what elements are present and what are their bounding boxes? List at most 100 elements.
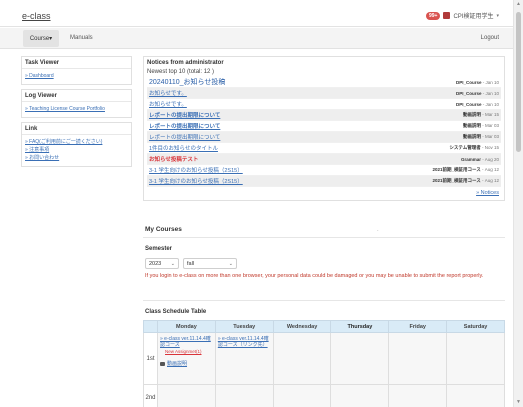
video-link-label: 動画説明 [167, 361, 188, 367]
course-link[interactable]: » e-class ver.11.14.4確認コース [158, 333, 215, 348]
notice-author: 2021前期_検証用コース [432, 167, 481, 172]
task-viewer-panel: Task Viewer » Dashboard [21, 56, 132, 85]
notification-badge[interactable]: 99+ [425, 11, 441, 20]
course-link[interactable]: » e-class ver.11.14.4確認コース（リンク先） [216, 333, 273, 348]
schedule-cell [330, 332, 390, 385]
semester-title: Semester [145, 246, 173, 252]
schedule-cell [388, 384, 448, 407]
notices-panel: Notices from administrator Newest top 10… [143, 56, 505, 201]
notice-row: 3-1 学生向けのお知らせ投稿（2S15） 2021前期_検証用コース - Au… [147, 176, 501, 187]
notice-author: 動画説明 [462, 112, 481, 117]
notice-title-link[interactable]: 3-1 学生向けのお知らせ投稿（2S15） [149, 177, 243, 185]
schedule-cell: » e-class ver.11.14.4確認コース（リンク先） [214, 332, 274, 385]
notice-title-link[interactable]: お知らせ投稿テスト [149, 155, 198, 163]
notices-subtitle: Newest top 10 (total: 12 ) [147, 69, 215, 75]
link-panel: Link » FAQ(ご利用前にご一読ください) » 注意事項 » お問い合わせ [21, 122, 132, 167]
top-bar: e-class 99+ CPI検証用学生 ▾ [0, 0, 523, 27]
sidebar: Task Viewer » Dashboard Log Viewer » Tea… [21, 56, 132, 171]
day-header: Tuesday [214, 320, 274, 333]
notice-title-link[interactable]: 1件目のお知らせのタイトル [149, 144, 218, 152]
schedule-cell [330, 384, 390, 407]
notice-author: 動画説明 [462, 134, 481, 139]
term-select[interactable]: fall ⌄ [183, 258, 237, 269]
notice-date: - Jan 10 [481, 90, 499, 96]
notice-row: 3-1 学生向けのお知らせ投稿（2S15） 2021前期_検証用コース - Au… [147, 165, 501, 176]
multi-browser-warning: If you login to e-class on more than one… [145, 273, 484, 279]
notices-title: Notices from administrator [147, 60, 224, 66]
notice-date: - Mar 03 [480, 123, 499, 128]
schedule-header-row: Monday Tuesday Wednesday Thursday Friday… [143, 320, 505, 333]
notice-author: DPI_Course [455, 101, 482, 107]
notice-date: - Aug 12 [480, 178, 499, 183]
divider [143, 300, 505, 301]
notice-author: DPI_Course [455, 90, 482, 96]
manuals-link[interactable]: Manuals [70, 35, 93, 41]
chevron-down-icon[interactable]: ▾ [496, 13, 499, 19]
notice-row: お知らせです。 DPI_Course - Jan 10 [147, 88, 501, 99]
notice-row: レポートの提出期限について 動画説明 - Mar 03 [147, 121, 501, 132]
page-scrollbar[interactable]: ▲ ▼ [513, 0, 523, 407]
notice-title-link[interactable]: お知らせです。 [149, 100, 187, 108]
notice-row: 1件目のお知らせのタイトル システム管理者 - Nov 15 [147, 143, 501, 154]
schedule-cell [272, 384, 332, 407]
sidebar-item-faq[interactable]: » FAQ(ご利用前にご一読ください) [25, 138, 128, 146]
schedule-cell [446, 384, 505, 407]
sidebar-item-portfolio[interactable]: » Teaching License Course Portfolio [25, 105, 128, 113]
sidebar-item-dashboard[interactable]: » Dashboard [25, 72, 128, 80]
notice-title-link[interactable]: 3-1 学生向けのお知らせ投稿（2S15） [149, 166, 243, 174]
scroll-thumb[interactable] [516, 12, 521, 152]
brand-link[interactable]: e-class [22, 11, 51, 21]
notice-date: - Jan 10 [481, 101, 499, 107]
user-avatar-icon [443, 12, 451, 19]
sidebar-item-contact[interactable]: » お問い合わせ [25, 154, 128, 162]
main-content: Notices from administrator Newest top 10… [143, 56, 505, 201]
notice-date: - Mar 03 [480, 134, 499, 139]
notice-date: - Aug 12 [480, 167, 499, 172]
day-header: Wednesday [272, 320, 332, 333]
chevron-down-icon: ⌄ [170, 260, 175, 267]
divider [143, 237, 505, 238]
period-label: 2nd [143, 384, 158, 407]
sidebar-item-notes[interactable]: » 注意事項 [25, 146, 128, 154]
notice-date: - Nov 15 [480, 145, 499, 150]
schedule-cell [272, 332, 332, 385]
notice-title-link[interactable]: レポートの提出期限について [149, 133, 220, 141]
notice-date: - Jan 10 [481, 79, 499, 85]
scroll-up-icon[interactable]: ▲ [514, 0, 523, 9]
nav-bar: Course▾ Manuals Logout [0, 28, 523, 49]
day-header: Thursday [330, 320, 390, 333]
my-courses-dot: . [377, 227, 379, 233]
all-notices-link[interactable]: » Notices [476, 190, 499, 196]
schedule-cell [388, 332, 448, 385]
notice-author: 動画説明 [462, 123, 481, 128]
notice-title-link[interactable]: 20240110_お知らせ投稿 [149, 77, 225, 87]
schedule-cell [214, 384, 274, 407]
class-schedule-table: Monday Tuesday Wednesday Thursday Friday… [143, 320, 505, 407]
notice-title-link[interactable]: お知らせです。 [149, 89, 187, 97]
year-select-value: 2023 [149, 260, 162, 267]
notice-author: 2021前期_検証用コース [432, 178, 481, 183]
task-viewer-title: Task Viewer [22, 57, 131, 69]
day-header: Monday [157, 320, 216, 333]
day-header: Saturday [446, 320, 505, 333]
course-menu-button[interactable]: Course▾ [23, 30, 59, 47]
chevron-down-icon: ⌄ [228, 260, 233, 267]
user-name[interactable]: CPI検証用学生 [453, 11, 493, 20]
logout-link[interactable]: Logout [481, 35, 499, 41]
video-icon [160, 361, 165, 366]
schedule-cell [446, 332, 505, 385]
schedule-row: 1st » e-class ver.11.14.4確認コース New Assig… [143, 332, 505, 385]
video-link[interactable]: 動画説明 [158, 354, 215, 367]
schedule-corner [143, 320, 158, 333]
schedule-row: 2nd [143, 384, 505, 407]
notice-title-link[interactable]: レポートの提出期限について [149, 122, 220, 130]
year-select[interactable]: 2023 ⌄ [145, 258, 179, 269]
notice-title-link[interactable]: レポートの提出期限について [149, 111, 220, 119]
user-menu[interactable]: 99+ CPI検証用学生 ▾ [425, 11, 499, 20]
day-header: Friday [388, 320, 448, 333]
schedule-cell [157, 384, 216, 407]
notice-date: - Aug 20 [480, 156, 499, 162]
notice-row: レポートの提出期限について 動画説明 - Mar 15 [147, 110, 501, 121]
scroll-down-icon[interactable]: ▼ [514, 398, 523, 407]
notice-row: お知らせです。 DPI_Course - Jan 10 [147, 99, 501, 110]
